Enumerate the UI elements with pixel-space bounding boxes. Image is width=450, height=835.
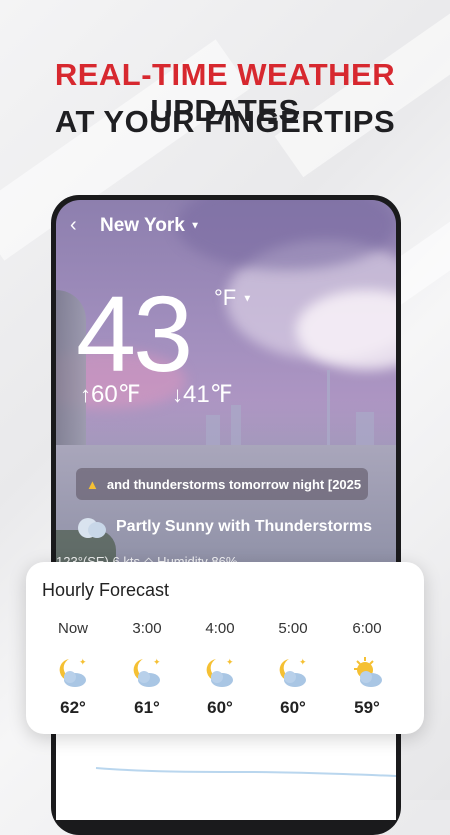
back-icon[interactable]: ‹ — [70, 214, 77, 237]
svg-text:✦: ✦ — [79, 658, 87, 668]
partly-cloudy-night-icon: ✦ — [263, 648, 323, 696]
hourly-item[interactable]: 3:00 ✦ 61° — [117, 620, 177, 718]
hour-temp: 62° — [60, 698, 86, 717]
hourly-forecast-title: Hourly Forecast — [42, 580, 170, 600]
hour-temp: 61° — [134, 698, 160, 717]
building-silhouette — [356, 412, 374, 445]
svg-text:✦: ✦ — [299, 658, 307, 668]
hourly-forecast-card: Hourly Forecast Now ✦ 62° 3:00 ✦ 61° 4:0… — [26, 562, 424, 734]
low-temp: ↓41℉ — [172, 380, 233, 409]
alert-text: and thunderstorms tomorrow night [2025 — [106, 476, 362, 492]
headline-highlight: REAL-TIME WEATHER — [54, 57, 396, 92]
unit-selector[interactable]: °F ▼ — [214, 285, 252, 311]
condition-text: Partly Sunny with Thunderstorms — [116, 518, 373, 535]
hourly-item[interactable]: 6:00 59° — [337, 620, 397, 718]
hour-temp: 60° — [207, 698, 233, 717]
partly-cloudy-night-icon: ✦ — [43, 648, 103, 696]
hour-temp: 59° — [354, 698, 380, 717]
svg-text:✦: ✦ — [153, 658, 161, 668]
hourly-item[interactable]: 5:00 ✦ 60° — [263, 620, 323, 718]
location-name: New York — [100, 215, 185, 236]
hourly-item[interactable]: 4:00 ✦ 60° — [190, 620, 250, 718]
weather-alert-banner[interactable]: ▲ and thunderstorms tomorrow night [2025 — [76, 468, 368, 500]
arrow-up-icon: ↑ — [80, 382, 91, 407]
partly-cloudy-night-icon: ✦ — [190, 648, 250, 696]
hour-time: Now — [57, 620, 88, 637]
svg-text:✦: ✦ — [226, 658, 234, 668]
hour-time: 4:00 — [205, 620, 235, 637]
building-silhouette — [231, 405, 241, 445]
high-temp: ↑60℉ — [80, 380, 141, 409]
unit-label: °F — [214, 285, 237, 310]
chevron-down-icon: ▼ — [190, 220, 201, 232]
tower-silhouette — [327, 370, 330, 445]
partly-sunny-icon — [337, 648, 397, 696]
hourly-item[interactable]: Now ✦ 62° — [43, 620, 103, 718]
high-temp-value: 60℉ — [91, 381, 141, 408]
location-selector[interactable]: New York ▼ — [100, 215, 200, 237]
arrow-down-icon: ↓ — [172, 382, 183, 407]
low-temp-value: 41℉ — [183, 381, 233, 408]
warning-icon: ▲ — [86, 476, 99, 492]
building-silhouette — [206, 415, 220, 445]
hour-time: 3:00 — [132, 620, 162, 637]
hour-temp: 60° — [280, 698, 306, 717]
hour-time: 6:00 — [352, 620, 382, 637]
headline-line-2: AT YOUR FINGERTIPS — [54, 104, 396, 139]
partly-cloudy-night-icon: ✦ — [117, 648, 177, 696]
chevron-down-icon: ▼ — [242, 293, 253, 305]
partly-cloudy-icon — [74, 512, 106, 540]
hour-time: 5:00 — [278, 620, 308, 637]
current-temperature: 43 — [76, 273, 193, 394]
